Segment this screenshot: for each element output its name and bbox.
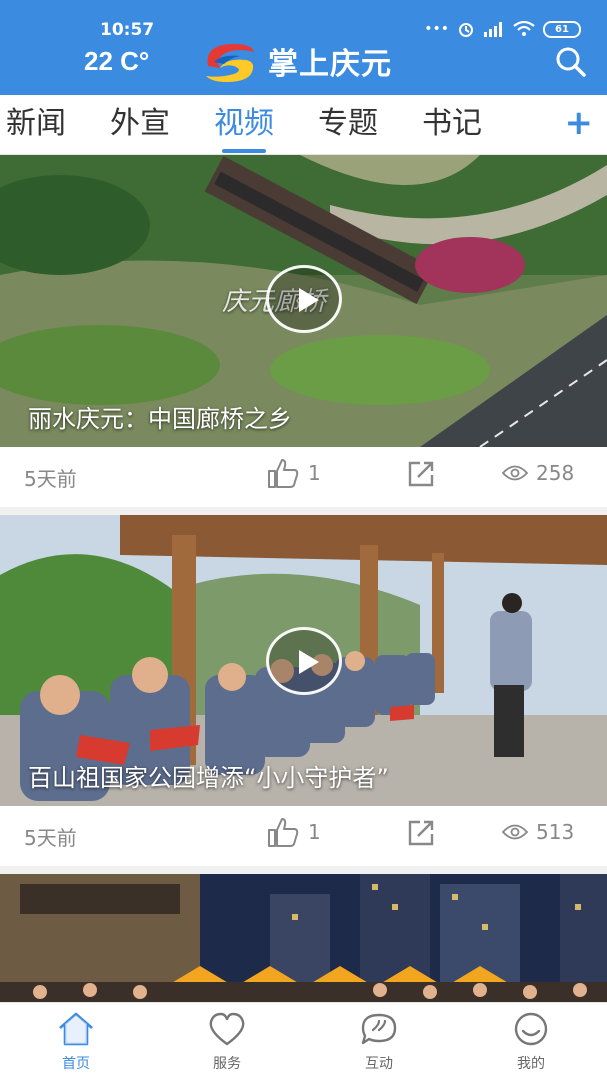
video-thumbnail[interactable] (0, 874, 607, 1002)
video-card[interactable]: 庆元廊桥 丽水庆元：中国廊桥之乡 5天前 1 258 (0, 155, 607, 507)
like-button[interactable]: 1 (266, 816, 321, 848)
nav-interaction[interactable]: 互动 (329, 1011, 429, 1073)
card-separator (0, 866, 607, 874)
nav-profile[interactable]: 我的 (481, 1011, 581, 1073)
video-meta: 5天前 1 258 (0, 447, 607, 505)
wifi-icon (513, 21, 535, 36)
app-name: 掌上庆元 (268, 47, 392, 82)
publish-time: 5天前 (24, 467, 77, 491)
tab-news[interactable]: 新闻 (0, 95, 86, 154)
channel-tabs: 新闻 外宣 视频 专题 书记 (0, 95, 560, 154)
publish-time: 5天前 (24, 826, 77, 850)
status-icons: ••• 61 (424, 20, 581, 38)
heart-icon (209, 1012, 245, 1046)
nav-home[interactable]: 首页 (26, 1011, 126, 1073)
like-count: 1 (308, 461, 321, 485)
nav-profile-label: 我的 (517, 1056, 545, 1072)
thumbs-up-icon (268, 459, 299, 488)
view-count-value: 513 (536, 820, 575, 844)
app-header: 10:57 ••• 61 22 C° 掌上庆元 (0, 0, 607, 95)
like-count: 1 (308, 820, 321, 844)
view-count: 258 (502, 461, 574, 485)
tab-video[interactable]: 视频 (194, 95, 294, 154)
video-title[interactable]: 丽水庆元：中国廊桥之乡 (28, 399, 292, 434)
thumbs-up-icon (268, 818, 299, 847)
add-channel-button[interactable]: + (565, 103, 594, 143)
alarm-icon (459, 23, 473, 37)
view-count-value: 258 (536, 461, 575, 485)
video-meta: 5天前 1 513 (0, 806, 607, 864)
share-icon[interactable] (406, 818, 436, 848)
eye-icon (502, 465, 528, 481)
video-title[interactable]: 百山祖国家公园增添“小小守护者” (28, 758, 389, 793)
app-logo: 掌上庆元 (200, 36, 392, 86)
nav-services[interactable]: 服务 (177, 1011, 277, 1073)
logo-icon (206, 44, 254, 82)
play-button[interactable] (266, 265, 342, 333)
video-thumbnail[interactable]: 庆元廊桥 丽水庆元：中国廊桥之乡 (0, 155, 607, 447)
video-thumbnail-image (0, 874, 607, 1002)
view-count: 513 (502, 820, 574, 844)
battery-indicator: 61 (543, 20, 581, 38)
tab-fade (523, 95, 563, 153)
channel-tabbar: 新闻 外宣 视频 专题 书记 + (0, 95, 607, 155)
chat-icon (361, 1013, 397, 1045)
weather-temp: 22 C° (84, 46, 150, 76)
tab-secretary[interactable]: 书记 (402, 95, 502, 154)
eye-icon (502, 824, 528, 840)
bottom-navigation: 首页 服务 互动 我的 (0, 1002, 607, 1080)
tab-topics[interactable]: 专题 (298, 95, 398, 154)
status-time: 10:57 (100, 20, 155, 40)
card-separator (0, 507, 607, 515)
tab-publicity[interactable]: 外宣 (90, 95, 190, 154)
signal-icon (484, 22, 502, 37)
search-icon[interactable] (553, 44, 589, 80)
nav-home-label: 首页 (62, 1056, 90, 1072)
video-card[interactable] (0, 874, 607, 1002)
video-card[interactable]: 百山祖国家公园增添“小小守护者” 5天前 1 513 (0, 515, 607, 866)
home-icon (59, 1012, 93, 1046)
play-button[interactable] (266, 627, 342, 695)
like-button[interactable]: 1 (266, 457, 321, 489)
video-thumbnail[interactable]: 百山祖国家公园增添“小小守护者” (0, 515, 607, 806)
smile-icon (514, 1012, 548, 1046)
share-icon[interactable] (406, 459, 436, 489)
more-dots-icon: ••• (424, 21, 449, 37)
nav-interaction-label: 互动 (365, 1056, 393, 1072)
nav-services-label: 服务 (213, 1056, 241, 1072)
